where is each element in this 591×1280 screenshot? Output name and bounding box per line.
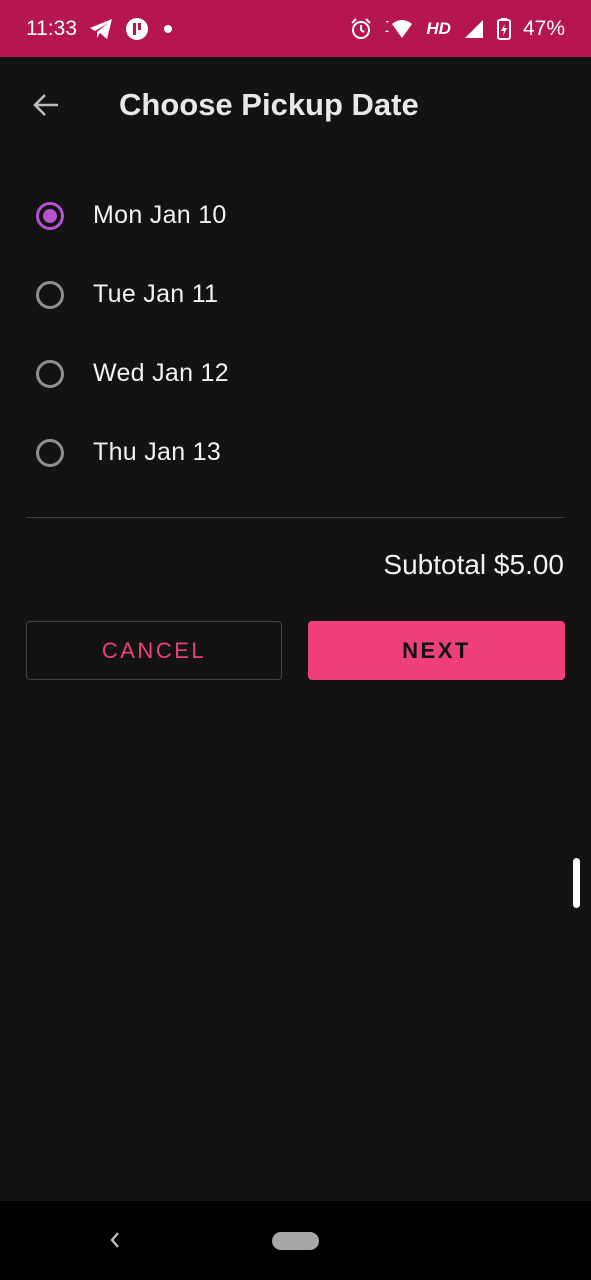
radio-dot	[43, 208, 57, 223]
hd-label: HD	[426, 18, 451, 38]
notification-dot-icon	[161, 22, 175, 36]
radio-button[interactable]	[36, 438, 64, 467]
system-nav-bar	[0, 1201, 591, 1280]
date-option-thu[interactable]: Thu Jan 13	[0, 413, 591, 492]
app-bar: Choose Pickup Date	[0, 57, 591, 153]
home-pill-icon[interactable]	[272, 1232, 319, 1250]
radio-button[interactable]	[36, 280, 64, 309]
date-option-label: Thu Jan 13	[93, 438, 222, 466]
page-title: Choose Pickup Date	[119, 87, 419, 122]
radio-button[interactable]	[36, 359, 64, 388]
status-time: 11:33	[26, 16, 77, 40]
date-option-tue[interactable]: Tue Jan 11	[0, 255, 591, 334]
battery-icon	[496, 17, 511, 40]
divider	[26, 517, 564, 518]
subtotal-text: Subtotal $5.00	[383, 549, 564, 580]
cancel-button[interactable]: CANCEL	[26, 621, 282, 680]
date-options-list: Mon Jan 10 Tue Jan 11 Wed Jan 12 Thu Jan…	[0, 176, 591, 492]
back-button[interactable]	[24, 83, 68, 127]
status-bar-right: HD 47%	[350, 17, 565, 41]
telegram-icon	[89, 18, 113, 40]
scrollbar-thumb[interactable]	[573, 858, 580, 908]
battery-percent: 47%	[522, 16, 565, 40]
date-option-label: Wed Jan 12	[93, 359, 229, 387]
nav-back-button[interactable]	[100, 1225, 130, 1255]
alarm-icon	[350, 17, 372, 40]
status-bar: 11:33 HD 47%	[0, 0, 591, 57]
date-option-label: Tue Jan 11	[93, 280, 219, 308]
app-notification-icon	[125, 17, 149, 41]
date-option-wed[interactable]: Wed Jan 12	[0, 334, 591, 413]
signal-icon	[463, 18, 485, 40]
wifi-icon	[384, 18, 414, 40]
date-option-mon[interactable]: Mon Jan 10	[0, 176, 591, 255]
arrow-back-icon	[33, 94, 58, 116]
radio-button-selected[interactable]	[36, 201, 64, 230]
chevron-left-icon	[110, 1232, 119, 1248]
next-button[interactable]: NEXT	[308, 621, 565, 680]
status-bar-left: 11:33	[26, 17, 175, 41]
date-option-label: Mon Jan 10	[93, 201, 227, 229]
